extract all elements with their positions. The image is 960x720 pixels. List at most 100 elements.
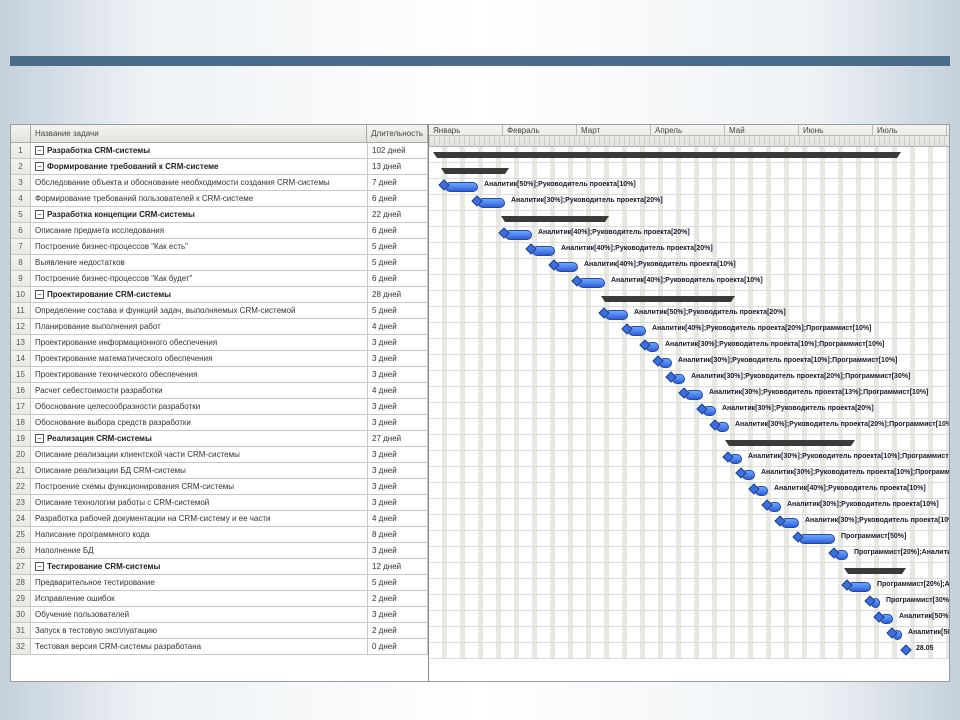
table-row[interactable]: 9Построение бизнес-процессов "Как будет"…	[11, 271, 428, 287]
table-row[interactable]: 13Проектирование информационного обеспеч…	[11, 335, 428, 351]
task-bar[interactable]	[729, 454, 742, 464]
task-bar[interactable]	[685, 390, 703, 400]
table-row[interactable]: 8Выявление недостатков5 дней	[11, 255, 428, 271]
table-row[interactable]: 24Разработка рабочей документации на CRM…	[11, 511, 428, 527]
task-bar[interactable]	[755, 486, 768, 496]
task-name-cell: −Проектирование CRM-системы	[31, 287, 368, 302]
table-row[interactable]: 32Тестовая версия CRM-системы разработан…	[11, 639, 428, 655]
table-header-row: Название задачи Длительность	[11, 125, 428, 143]
gantt-row: Аналитик[50%];Руководитель проекта[10%]	[429, 179, 949, 195]
table-row[interactable]: 14Проектирование математического обеспеч…	[11, 351, 428, 367]
table-row[interactable]: 28Предварительное тестирование5 дней	[11, 575, 428, 591]
task-bar[interactable]	[768, 502, 781, 512]
table-row[interactable]: 12Планирование выполнения работ4 дней	[11, 319, 428, 335]
table-row[interactable]: 2−Формирование требований к CRM-системе1…	[11, 159, 428, 175]
task-name-label: Тестирование CRM-системы	[47, 562, 160, 571]
summary-bar[interactable]	[848, 568, 902, 574]
collapse-toggle-icon[interactable]: −	[35, 162, 44, 171]
table-row[interactable]: 10−Проектирование CRM-системы28 дней	[11, 287, 428, 303]
task-bar[interactable]	[880, 614, 893, 624]
table-row[interactable]: 5−Разработка концепции CRM-системы22 дне…	[11, 207, 428, 223]
task-bar[interactable]	[555, 262, 578, 272]
table-row[interactable]: 7Построение бизнес-процессов "Как есть"5…	[11, 239, 428, 255]
task-name-label: Обследование объекта и обоснование необх…	[35, 178, 330, 187]
duration-cell: 3 дней	[368, 463, 428, 478]
task-bar[interactable]	[578, 278, 605, 288]
summary-bar[interactable]	[505, 216, 605, 222]
table-row[interactable]: 18Обоснование выбора средств разработки3…	[11, 415, 428, 431]
task-name-label: Обоснование целесообразности разработки	[35, 402, 200, 411]
task-bar[interactable]	[628, 326, 646, 336]
summary-bar[interactable]	[445, 168, 505, 174]
collapse-toggle-icon[interactable]: −	[35, 146, 44, 155]
table-row[interactable]: 22Построение схемы функционирования CRM-…	[11, 479, 428, 495]
task-name-cell: Проектирование технического обеспечения	[31, 367, 368, 382]
table-row[interactable]: 23Описание технологии работы с CRM-систе…	[11, 495, 428, 511]
collapse-toggle-icon[interactable]: −	[35, 290, 44, 299]
table-row[interactable]: 1−Разработка CRM-системы102 дней	[11, 143, 428, 159]
task-bar[interactable]	[742, 470, 755, 480]
row-id-cell: 30	[11, 607, 31, 622]
summary-bar[interactable]	[605, 296, 731, 302]
task-name-cell: −Формирование требований к CRM-системе	[31, 159, 368, 174]
table-row[interactable]: 26Наполнение БД3 дней	[11, 543, 428, 559]
gantt-row	[429, 147, 949, 163]
table-row[interactable]: 19−Реализация CRM-системы27 дней	[11, 431, 428, 447]
task-name-cell: Построение бизнес-процессов "Как будет"	[31, 271, 368, 286]
table-row[interactable]: 11Определение состава и функций задач, в…	[11, 303, 428, 319]
task-bar[interactable]	[532, 246, 555, 256]
table-row[interactable]: 6Описание предмета исследования6 дней	[11, 223, 428, 239]
duration-cell: 2 дней	[368, 623, 428, 638]
table-row[interactable]: 4Формирование требований пользователей к…	[11, 191, 428, 207]
gantt-row: Программист[50%]	[429, 531, 949, 547]
table-row[interactable]: 27−Тестирование CRM-системы12 дней	[11, 559, 428, 575]
duration-cell: 8 дней	[368, 527, 428, 542]
collapse-toggle-icon[interactable]: −	[35, 562, 44, 571]
table-row[interactable]: 20Описание реализации клиентской части C…	[11, 447, 428, 463]
summary-bar[interactable]	[437, 152, 897, 158]
duration-cell: 12 дней	[368, 559, 428, 574]
task-bar[interactable]	[703, 406, 716, 416]
task-name-cell: Описание реализации клиентской части CRM…	[31, 447, 368, 462]
duration-cell: 13 дней	[368, 159, 428, 174]
task-bar[interactable]	[505, 230, 532, 240]
table-row[interactable]: 25Написание программного кода8 дней	[11, 527, 428, 543]
task-bar[interactable]	[848, 582, 871, 592]
table-row[interactable]: 15Проектирование технического обеспечени…	[11, 367, 428, 383]
task-bar[interactable]	[478, 198, 505, 208]
milestone-icon[interactable]	[900, 644, 911, 655]
gantt-row	[429, 291, 949, 307]
task-bar[interactable]	[871, 598, 880, 608]
table-row[interactable]: 3Обследование объекта и обоснование необ…	[11, 175, 428, 191]
task-bar[interactable]	[672, 374, 685, 384]
task-bar[interactable]	[835, 550, 848, 560]
task-name-cell: −Разработка CRM-системы	[31, 143, 368, 158]
collapse-toggle-icon[interactable]: −	[35, 210, 44, 219]
task-bar[interactable]	[605, 310, 628, 320]
task-name-label: Расчет себестоимости разработки	[35, 386, 163, 395]
row-id-cell: 24	[11, 511, 31, 526]
duration-cell: 5 дней	[368, 255, 428, 270]
task-bar[interactable]	[646, 342, 659, 352]
row-id-cell: 16	[11, 383, 31, 398]
table-row[interactable]: 17Обоснование целесообразности разработк…	[11, 399, 428, 415]
table-row[interactable]: 21Описание реализации БД CRM-системы3 дн…	[11, 463, 428, 479]
table-row[interactable]: 16Расчет себестоимости разработки4 дней	[11, 383, 428, 399]
task-bar[interactable]	[893, 630, 902, 640]
row-id-cell: 18	[11, 415, 31, 430]
table-row[interactable]: 29Исправление ошибок2 дней	[11, 591, 428, 607]
task-name-label: Описание реализации БД CRM-системы	[35, 466, 186, 475]
summary-bar[interactable]	[729, 440, 851, 446]
gantt-row: Аналитик[40%];Руководитель проекта[10%]	[429, 275, 949, 291]
task-bar[interactable]	[659, 358, 672, 368]
table-row[interactable]: 31Запуск в тестовую эксплуатацию2 дней	[11, 623, 428, 639]
task-bar[interactable]	[781, 518, 799, 528]
table-row[interactable]: 30Обучение пользователей3 дней	[11, 607, 428, 623]
resource-label: Аналитик[40%];Руководитель проекта[10%]	[611, 277, 763, 284]
task-name-label: Написание программного кода	[35, 530, 149, 539]
task-bar[interactable]	[445, 182, 478, 192]
task-bar[interactable]	[716, 422, 729, 432]
task-name-cell: Обучение пользователей	[31, 607, 368, 622]
task-bar[interactable]	[799, 534, 835, 544]
collapse-toggle-icon[interactable]: −	[35, 434, 44, 443]
